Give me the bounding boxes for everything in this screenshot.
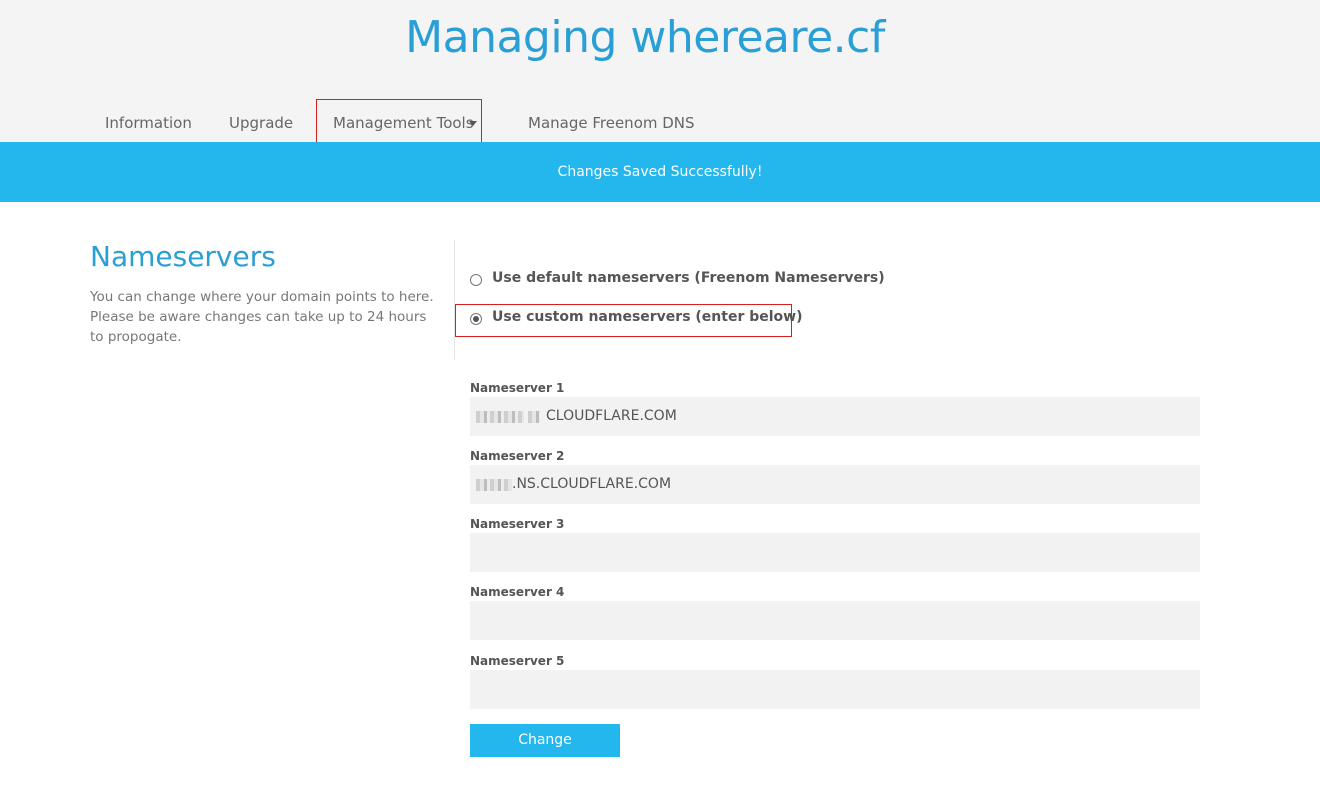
tab-upgrade[interactable]: Upgrade [229,114,293,132]
nameserver-5-input[interactable] [470,670,1200,709]
custom-nameservers-highlight [455,304,792,337]
default-nameservers-label: Use default nameservers (Freenom Nameser… [492,270,885,286]
change-nameservers-button[interactable]: Change Nameservers [470,724,620,781]
nameservers-description: You can change where your domain points … [90,289,434,345]
nameserver-3-label: Nameserver 3 [470,517,565,531]
tab-information[interactable]: Information [105,114,192,132]
nameserver-1-value: CLOUDFLARE.COM [546,408,677,424]
nameserver-2-input[interactable]: .NS.CLOUDFLARE.COM [470,465,1200,504]
page-header: Managing whereare.cf Information Upgrade… [0,0,1320,145]
nameserver-5-label: Nameserver 5 [470,654,565,668]
default-nameservers-option[interactable]: Use default nameservers (Freenom Nameser… [470,270,885,286]
page-title: Managing whereare.cf [405,12,885,63]
section-divider [454,240,455,360]
nameserver-2-value: .NS.CLOUDFLARE.COM [512,476,672,492]
redacted-text [528,410,540,423]
nameserver-1-label: Nameserver 1 [470,381,565,395]
nameserver-2-label: Nameserver 2 [470,449,565,463]
nameserver-4-input[interactable] [470,601,1200,640]
management-tools-highlight [316,99,482,145]
nameserver-4-label: Nameserver 4 [470,585,565,599]
nameserver-1-input[interactable]: CLOUDFLARE.COM [470,397,1200,436]
success-banner: Changes Saved Successfully! [0,142,1320,202]
redacted-text [476,478,512,491]
nameserver-3-input[interactable] [470,533,1200,572]
tab-manage-freenom-dns[interactable]: Manage Freenom DNS [528,114,695,132]
nameservers-heading: Nameservers [90,240,276,273]
redacted-text [476,410,524,423]
default-nameservers-radio[interactable] [470,274,482,286]
